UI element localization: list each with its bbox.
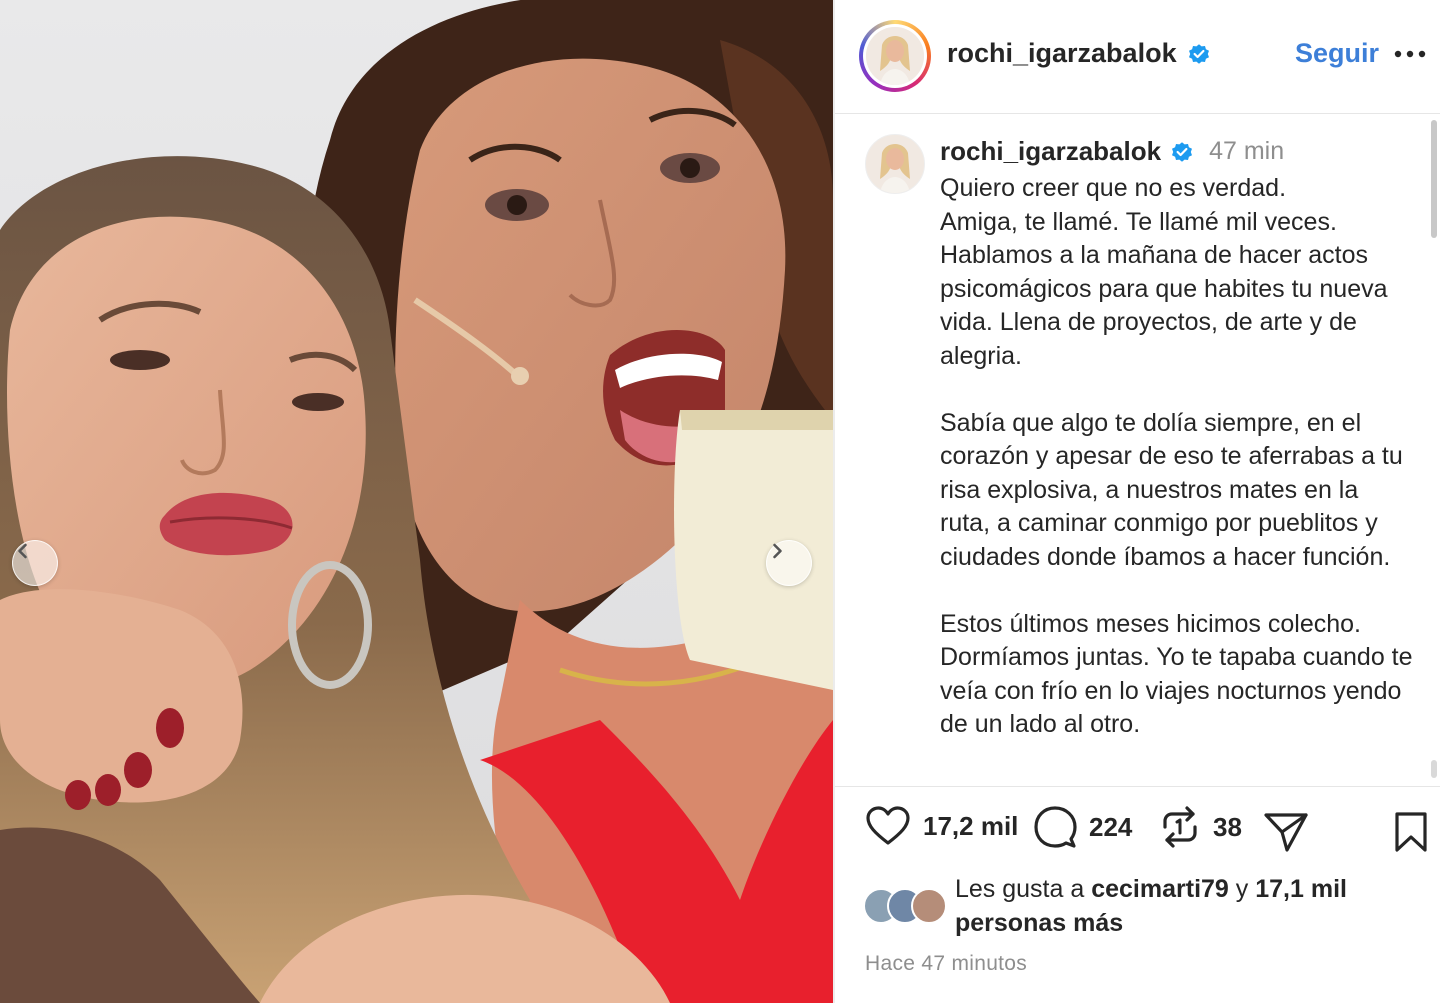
more-icon[interactable] xyxy=(1392,44,1428,64)
chevron-right-icon xyxy=(773,543,782,559)
comment-button[interactable]: 224 xyxy=(1033,805,1132,849)
story-ring-avatar[interactable] xyxy=(859,20,931,92)
repost-count: 38 xyxy=(1213,811,1242,842)
caption-text: Quiero creer que no es verdad. Amiga, te… xyxy=(940,174,1413,738)
caption-username[interactable]: rochi_igarzabalok xyxy=(940,136,1161,167)
header-username-link[interactable]: rochi_igarzabalok xyxy=(947,38,1211,69)
caption-avatar-image xyxy=(866,135,924,193)
like-count: 17,2 mil xyxy=(923,810,1019,841)
caption-avatar[interactable] xyxy=(865,134,925,194)
repost-button[interactable]: 38 xyxy=(1159,805,1242,849)
scrollbar-end xyxy=(1431,760,1437,778)
post-header: rochi_igarzabalok Seguir xyxy=(835,0,1440,114)
caption-header: rochi_igarzabalok 47 min xyxy=(940,136,1284,167)
comment-count: 224 xyxy=(1089,811,1133,842)
likes-prefix: Les gusta a xyxy=(955,875,1092,903)
post-timestamp: Hace 47 minutos xyxy=(865,952,1028,975)
liker-username[interactable]: cecimarti79 xyxy=(1091,875,1229,903)
header-username: rochi_igarzabalok xyxy=(947,38,1177,68)
avatar-image xyxy=(866,27,924,85)
share-icon[interactable] xyxy=(1263,811,1309,853)
likes-count-link[interactable]: 17,1 mil xyxy=(1255,875,1347,903)
follow-button[interactable]: Seguir xyxy=(1295,38,1379,69)
verified-icon xyxy=(1172,141,1193,162)
action-bar: 17,2 mil 224 38 xyxy=(835,805,1440,865)
liker-avatars[interactable] xyxy=(863,888,948,924)
likes-middle: y xyxy=(1228,875,1256,903)
likes-suffix[interactable]: personas más xyxy=(955,909,1123,937)
caption-time: 47 min xyxy=(1209,137,1285,165)
repost-icon xyxy=(1163,806,1197,848)
avatar-inner xyxy=(863,24,927,88)
scrollbar-thumb[interactable] xyxy=(1431,120,1437,238)
chevron-left-icon xyxy=(18,543,27,559)
heart-icon xyxy=(866,806,910,845)
like-button[interactable]: 17,2 mil xyxy=(865,805,1018,847)
caption-scroll-area[interactable]: rochi_igarzabalok 47 min Quiero creer qu… xyxy=(835,114,1425,784)
likes-text: Les gusta a cecimarti79 y 17,1 mil person… xyxy=(955,872,1415,940)
liker-avatar xyxy=(911,888,947,924)
next-photo-button[interactable] xyxy=(766,540,812,586)
post-side-panel: rochi_igarzabalok Seguir rochi_igarzabal… xyxy=(835,0,1440,1003)
comment-icon xyxy=(1034,806,1077,848)
bookmark-icon[interactable] xyxy=(1393,811,1429,853)
previous-photo-button[interactable] xyxy=(12,540,58,586)
actions-divider xyxy=(835,786,1440,787)
verified-icon xyxy=(1188,43,1209,64)
photo-illustration xyxy=(0,0,833,1003)
post-photo[interactable] xyxy=(0,0,833,1003)
avatar xyxy=(866,27,924,85)
